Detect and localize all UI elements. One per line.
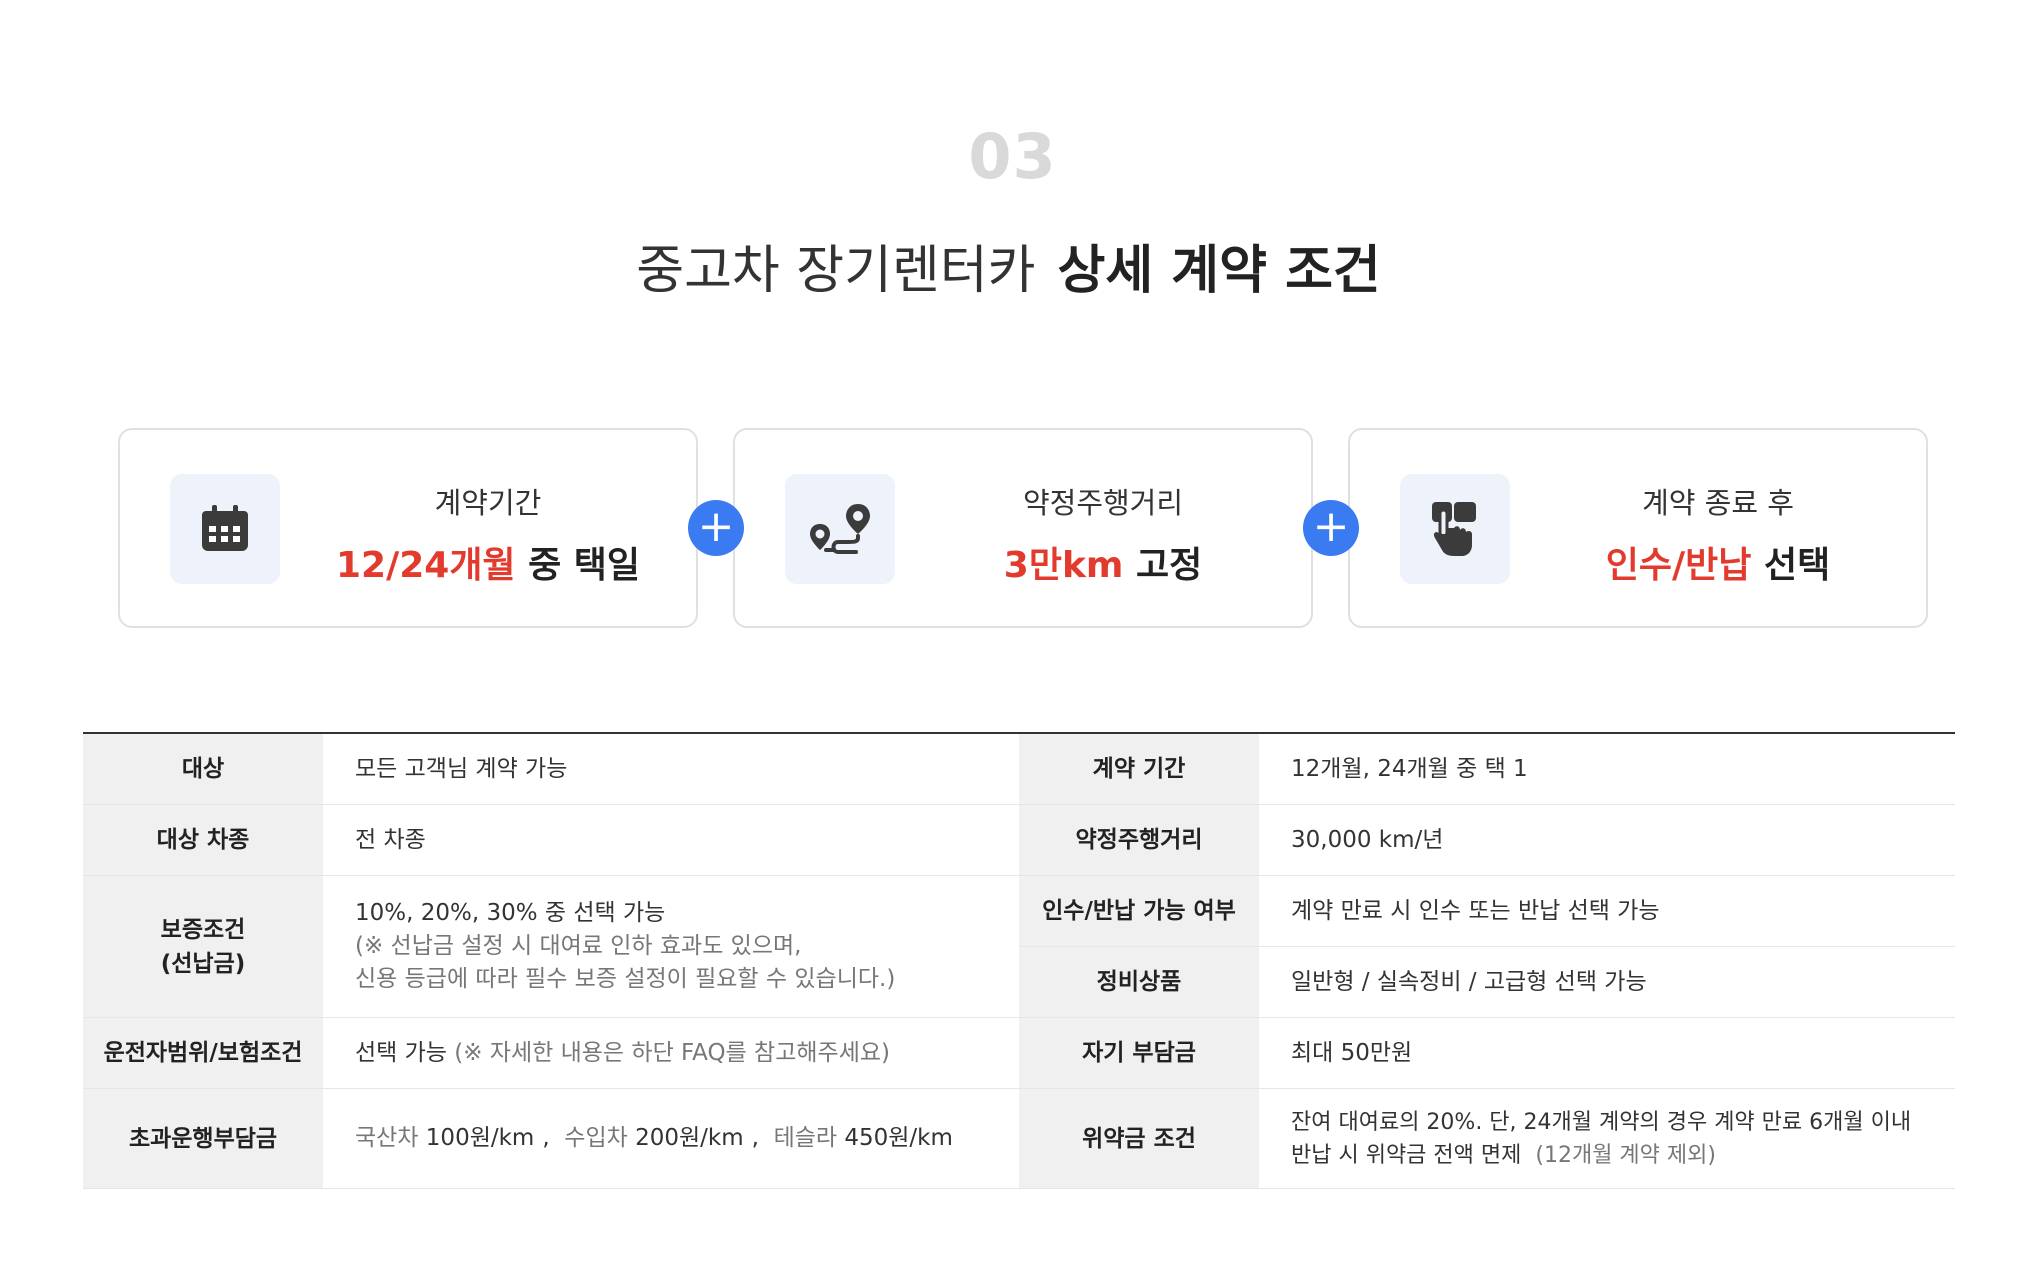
calendar-icon [170, 474, 280, 584]
section-title: 중고차 장기렌터카 상세 계약 조건 [0, 228, 2025, 303]
card-mileage: 약정주행거리 3만km 고정 [733, 428, 1313, 628]
card-label: 약정주행거리 [1022, 486, 1184, 520]
fee-separator: , [542, 1125, 550, 1151]
row-value-text: 전 차종 [355, 826, 426, 853]
row-value-note: (※ 자세한 내용은 하단 FAQ를 참고해주세요) [454, 1039, 890, 1066]
fee-label: 수입차 [564, 1125, 628, 1151]
row-value-text: 선택 가능 [355, 1039, 447, 1066]
card-value-highlight: 인수/반납 [1605, 545, 1752, 586]
fee-label: 국산차 [355, 1125, 419, 1151]
row-value-text: 반납 시 위약금 전액 면제 [1291, 1142, 1522, 1168]
row-value-text: 일반형 / 실속정비 / 고급형 선택 가능 [1291, 968, 1647, 995]
row-value: 잔여 대여료의 20%. 단, 24개월 계약의 경우 계약 만료 6개월 이내… [1259, 1089, 1955, 1188]
table-row: 운전자범위/보험조건 선택 가능 (※ 자세한 내용은 하단 FAQ를 참고해주… [83, 1018, 1019, 1089]
card-contract-end: 계약 종료 후 인수/반납 선택 [1348, 428, 1928, 628]
row-header: 대상 [83, 734, 323, 804]
card-value: 인수/반납 선택 [1510, 536, 1926, 588]
row-value-text: 12개월, 24개월 중 택 1 [1291, 755, 1528, 782]
row-value: 일반형 / 실속정비 / 고급형 선택 가능 [1259, 947, 1955, 1017]
row-header: 인수/반납 가능 여부 [1019, 876, 1259, 946]
card-value: 12/24개월 중 택일 [280, 536, 696, 588]
fee-price: 100원/km [425, 1125, 535, 1151]
row-value: 모든 고객님 계약 가능 [323, 734, 1019, 804]
summary-cards: 계약기간 12/24개월 중 택일 + 약정주행거리 3만km 고정 + 계약 … [118, 428, 1928, 628]
row-header: 위약금 조건 [1019, 1089, 1259, 1188]
row-header-line: (선납금) [160, 950, 246, 977]
hand-touch-icon [1400, 474, 1510, 584]
table-row: 약정주행거리 30,000 km/년 [1019, 805, 1955, 876]
table-row: 자기 부담금 최대 50만원 [1019, 1018, 1955, 1089]
row-header: 약정주행거리 [1019, 805, 1259, 875]
section-title-highlight: 상세 계약 조건 [1049, 228, 1390, 303]
row-value-text: 계약 만료 시 인수 또는 반납 선택 가능 [1291, 897, 1660, 924]
card-label: 계약기간 [434, 486, 542, 520]
card-value-rest: 고정 [1135, 545, 1203, 586]
card-value-highlight: 12/24개월 [335, 545, 516, 586]
row-header: 자기 부담금 [1019, 1018, 1259, 1088]
row-header: 운전자범위/보험조건 [83, 1018, 323, 1088]
row-value: 최대 50만원 [1259, 1018, 1955, 1088]
table-row: 정비상품 일반형 / 실속정비 / 고급형 선택 가능 [1019, 947, 1955, 1018]
plus-icon: + [1303, 500, 1359, 556]
row-header: 대상 차종 [83, 805, 323, 875]
table-row: 보증조건 (선납금) 10%, 20%, 30% 중 선택 가능 (※ 선납금 … [83, 876, 1019, 1018]
row-value-note: 신용 등급에 따라 필수 보증 설정이 필요할 수 있습니다.) [355, 966, 896, 992]
row-value-note: (※ 선납금 설정 시 대여료 인하 효과도 있으며, [355, 933, 802, 959]
fee-label: 테슬라 [773, 1125, 838, 1151]
card-value-rest: 선택 [1763, 545, 1831, 586]
row-header-line: 보증조건 [160, 916, 246, 943]
row-value: 12개월, 24개월 중 택 1 [1259, 734, 1955, 804]
row-value-text: 최대 50만원 [1291, 1039, 1413, 1066]
table-row: 계약 기간 12개월, 24개월 중 택 1 [1019, 734, 1955, 805]
row-value-text: 잔여 대여료의 20%. 단, 24개월 계약의 경우 계약 만료 6개월 이내 [1291, 1109, 1912, 1135]
row-header: 정비상품 [1019, 947, 1259, 1017]
route-map-icon [785, 474, 895, 584]
step-number: 03 [968, 120, 1057, 193]
card-value-highlight: 3만km [1003, 545, 1124, 586]
fee-separator: , [751, 1125, 759, 1151]
row-value-text: 모든 고객님 계약 가능 [355, 755, 568, 782]
row-value-text: 30,000 km/년 [1291, 826, 1444, 853]
row-value: 10%, 20%, 30% 중 선택 가능 (※ 선납금 설정 시 대여료 인하… [323, 876, 1019, 1017]
table-row: 대상 모든 고객님 계약 가능 [83, 734, 1019, 805]
row-header: 계약 기간 [1019, 734, 1259, 804]
table-row: 위약금 조건 잔여 대여료의 20%. 단, 24개월 계약의 경우 계약 만료… [1019, 1089, 1955, 1189]
card-label: 계약 종료 후 [1642, 486, 1794, 520]
row-value: 전 차종 [323, 805, 1019, 875]
plus-icon: + [688, 500, 744, 556]
table-row: 초과운행부담금 국산차 100원/km, 수입차 200원/km, 테슬라 45… [83, 1089, 1019, 1189]
row-header: 보증조건 (선납금) [83, 876, 323, 1017]
fee-price: 200원/km [635, 1125, 744, 1151]
table-row: 인수/반납 가능 여부 계약 만료 시 인수 또는 반납 선택 가능 [1019, 876, 1955, 947]
row-header: 초과운행부담금 [83, 1089, 323, 1188]
card-value-rest: 중 택일 [528, 545, 641, 586]
card-value: 3만km 고정 [895, 536, 1311, 588]
fee-price: 450원/km [844, 1125, 953, 1151]
section-title-light: 중고차 장기렌터카 [636, 241, 1036, 301]
row-value-text: 10%, 20%, 30% 중 선택 가능 [355, 900, 666, 926]
contract-conditions-table: 대상 모든 고객님 계약 가능 대상 차종 전 차종 보증조건 (선납금) 10… [83, 732, 1955, 1189]
row-value: 선택 가능 (※ 자세한 내용은 하단 FAQ를 참고해주세요) [323, 1018, 1019, 1088]
table-row: 대상 차종 전 차종 [83, 805, 1019, 876]
card-contract-period: 계약기간 12/24개월 중 택일 [118, 428, 698, 628]
row-value-note: (12개월 계약 제외) [1535, 1142, 1716, 1168]
row-value: 국산차 100원/km, 수입차 200원/km, 테슬라 450원/km [323, 1089, 1019, 1188]
row-value: 30,000 km/년 [1259, 805, 1955, 875]
row-value: 계약 만료 시 인수 또는 반납 선택 가능 [1259, 876, 1955, 946]
